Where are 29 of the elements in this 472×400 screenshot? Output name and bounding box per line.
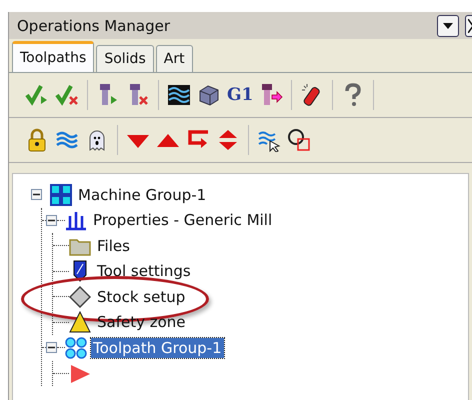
collapse-toggle[interactable] (46, 342, 57, 354)
tab[interactable]: Solids (96, 45, 154, 72)
minus-icon (33, 191, 40, 198)
g1-button[interactable]: G1 (227, 85, 254, 105)
circles-icon (65, 336, 87, 359)
cube-icon[interactable] (197, 83, 221, 107)
tree-item[interactable]: Stock setup (95, 286, 188, 307)
collapse-toggle[interactable] (46, 214, 57, 226)
tree-item[interactable]: Properties - Generic Mill (91, 210, 274, 230)
check-x-icon[interactable] (55, 83, 79, 107)
circle-square-icon[interactable] (287, 128, 311, 152)
bars-icon (65, 209, 87, 232)
collapse-toggle[interactable] (31, 189, 42, 200)
triangle-icon (69, 362, 91, 384)
waves-icon[interactable] (167, 83, 191, 107)
dropdown-button[interactable] (437, 14, 459, 36)
tree-item[interactable]: Files (95, 236, 132, 256)
minus-icon (48, 344, 55, 352)
check-play-icon[interactable] (25, 83, 49, 107)
tree-item[interactable]: Machine Group-1 (76, 184, 208, 205)
tree-item[interactable]: Toolpath Group-1 (91, 338, 224, 358)
tree-item[interactable]: Tool settings (95, 261, 193, 282)
window-title: Operations Manager (17, 16, 170, 34)
tab[interactable]: Art (156, 45, 193, 72)
tool-arrow-icon[interactable] (259, 83, 284, 107)
grid-icon (50, 184, 72, 206)
tab[interactable]: Toolpaths (12, 41, 94, 72)
warning-icon (69, 311, 91, 334)
caret-icon (443, 22, 453, 28)
